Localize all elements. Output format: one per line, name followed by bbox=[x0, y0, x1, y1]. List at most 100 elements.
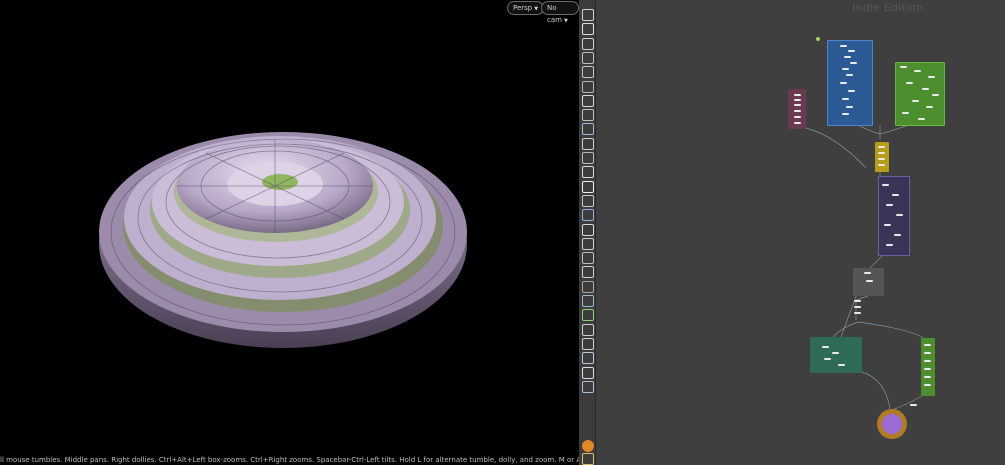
output-node[interactable] bbox=[877, 409, 907, 439]
network-node[interactable] bbox=[794, 94, 801, 96]
dot-node[interactable] bbox=[816, 37, 820, 41]
network-node[interactable] bbox=[878, 146, 885, 148]
viewport-toolbar bbox=[579, 0, 596, 465]
status-bar: ll mouse tumbles. Middle pans. Right dol… bbox=[0, 456, 579, 464]
network-node[interactable] bbox=[914, 70, 921, 72]
select-icon[interactable] bbox=[582, 209, 594, 222]
point-light-icon[interactable] bbox=[582, 94, 594, 107]
network-node[interactable] bbox=[902, 112, 909, 114]
network-node[interactable] bbox=[854, 300, 861, 302]
shading-icon[interactable] bbox=[582, 66, 594, 79]
network-node[interactable] bbox=[932, 94, 939, 96]
scene-viewport[interactable]: Persp ▼ No cam ▼ ll mouse tumbles. Middle … bbox=[0, 0, 579, 465]
display-options-icon[interactable] bbox=[582, 23, 594, 36]
network-editor[interactable]: Indie Edition bbox=[596, 0, 1005, 465]
vertex-icon[interactable] bbox=[582, 280, 594, 293]
scale-icon[interactable] bbox=[582, 166, 594, 179]
network-node[interactable] bbox=[924, 368, 931, 370]
material-icon[interactable] bbox=[582, 309, 594, 322]
network-node[interactable] bbox=[886, 244, 893, 246]
group-icon[interactable] bbox=[582, 266, 594, 279]
chevron-down-icon: ▼ bbox=[563, 18, 568, 24]
network-node[interactable] bbox=[906, 82, 913, 84]
network-node[interactable] bbox=[900, 66, 907, 68]
network-node[interactable] bbox=[886, 204, 893, 206]
network-node[interactable] bbox=[794, 116, 801, 118]
chevron-down-icon: ▼ bbox=[534, 6, 539, 12]
uv-icon[interactable] bbox=[582, 337, 594, 350]
network-node[interactable] bbox=[846, 74, 853, 76]
network-node[interactable] bbox=[842, 68, 849, 70]
node-box-teal[interactable] bbox=[810, 337, 862, 373]
lock-icon[interactable] bbox=[582, 37, 594, 50]
lighting-icon[interactable] bbox=[582, 352, 594, 365]
network-node[interactable] bbox=[924, 344, 931, 346]
camera-icon[interactable] bbox=[582, 109, 594, 122]
network-node[interactable] bbox=[842, 98, 849, 100]
network-node[interactable] bbox=[892, 194, 899, 196]
network-node[interactable] bbox=[844, 56, 851, 58]
node-box-blue[interactable] bbox=[827, 40, 873, 126]
transform-icon[interactable] bbox=[582, 237, 594, 250]
network-node[interactable] bbox=[924, 376, 931, 378]
network-node[interactable] bbox=[896, 214, 903, 216]
network-node[interactable] bbox=[926, 106, 933, 108]
camera-menu-label: Persp bbox=[513, 4, 533, 12]
network-node[interactable] bbox=[878, 164, 885, 166]
mesh-icon[interactable] bbox=[582, 295, 594, 307]
help-icon[interactable] bbox=[582, 440, 594, 452]
network-node[interactable] bbox=[910, 404, 917, 406]
network-node[interactable] bbox=[846, 106, 853, 108]
network-node[interactable] bbox=[918, 118, 925, 120]
grid-icon[interactable] bbox=[582, 152, 594, 164]
stone-platform-render bbox=[99, 132, 467, 348]
stats-icon[interactable] bbox=[582, 223, 594, 236]
box-icon[interactable] bbox=[582, 366, 594, 379]
ghost-icon[interactable] bbox=[582, 80, 594, 93]
network-node[interactable] bbox=[878, 158, 885, 160]
network-node[interactable] bbox=[840, 45, 847, 47]
network-node[interactable] bbox=[838, 364, 845, 366]
network-node[interactable] bbox=[840, 82, 847, 84]
layout-icon[interactable] bbox=[582, 453, 594, 465]
network-node[interactable] bbox=[848, 50, 855, 52]
camera-menu[interactable]: Persp ▼ bbox=[507, 1, 545, 15]
network-node[interactable] bbox=[842, 113, 849, 115]
network-node[interactable] bbox=[894, 234, 901, 236]
network-node[interactable] bbox=[794, 110, 801, 112]
point-icon[interactable] bbox=[582, 180, 594, 193]
camera-view-icon[interactable] bbox=[582, 380, 594, 393]
network-node[interactable] bbox=[794, 104, 801, 106]
network-node[interactable] bbox=[924, 352, 931, 354]
network-node[interactable] bbox=[928, 76, 935, 78]
render-icon[interactable] bbox=[582, 123, 594, 136]
handle-icon[interactable] bbox=[582, 194, 594, 207]
network-node[interactable] bbox=[866, 280, 873, 282]
network-node[interactable] bbox=[832, 352, 839, 354]
network-node[interactable] bbox=[884, 224, 891, 226]
network-node[interactable] bbox=[824, 358, 831, 360]
node-box-green-output[interactable] bbox=[921, 338, 935, 396]
network-node[interactable] bbox=[794, 99, 801, 101]
network-node[interactable] bbox=[922, 88, 929, 90]
network-node[interactable] bbox=[854, 306, 861, 308]
network-node[interactable] bbox=[848, 90, 855, 92]
network-node[interactable] bbox=[794, 122, 801, 124]
network-node[interactable] bbox=[878, 152, 885, 154]
node-box-purple-network[interactable] bbox=[878, 176, 910, 256]
network-node[interactable] bbox=[882, 184, 889, 186]
light-icon[interactable] bbox=[582, 51, 594, 64]
network-node[interactable] bbox=[924, 384, 931, 386]
network-node[interactable] bbox=[854, 312, 861, 314]
geometry-icon[interactable] bbox=[582, 252, 594, 265]
color-icon[interactable] bbox=[582, 323, 594, 336]
view-icon[interactable] bbox=[582, 9, 594, 21]
network-node[interactable] bbox=[912, 100, 919, 102]
network-node[interactable] bbox=[924, 360, 931, 362]
snap-icon[interactable] bbox=[582, 137, 594, 150]
network-node[interactable] bbox=[822, 346, 829, 348]
network-node[interactable] bbox=[864, 272, 871, 274]
cam-menu-label: No cam bbox=[547, 4, 562, 24]
cam-menu[interactable]: No cam ▼ bbox=[541, 1, 579, 24]
network-node[interactable] bbox=[850, 62, 857, 64]
